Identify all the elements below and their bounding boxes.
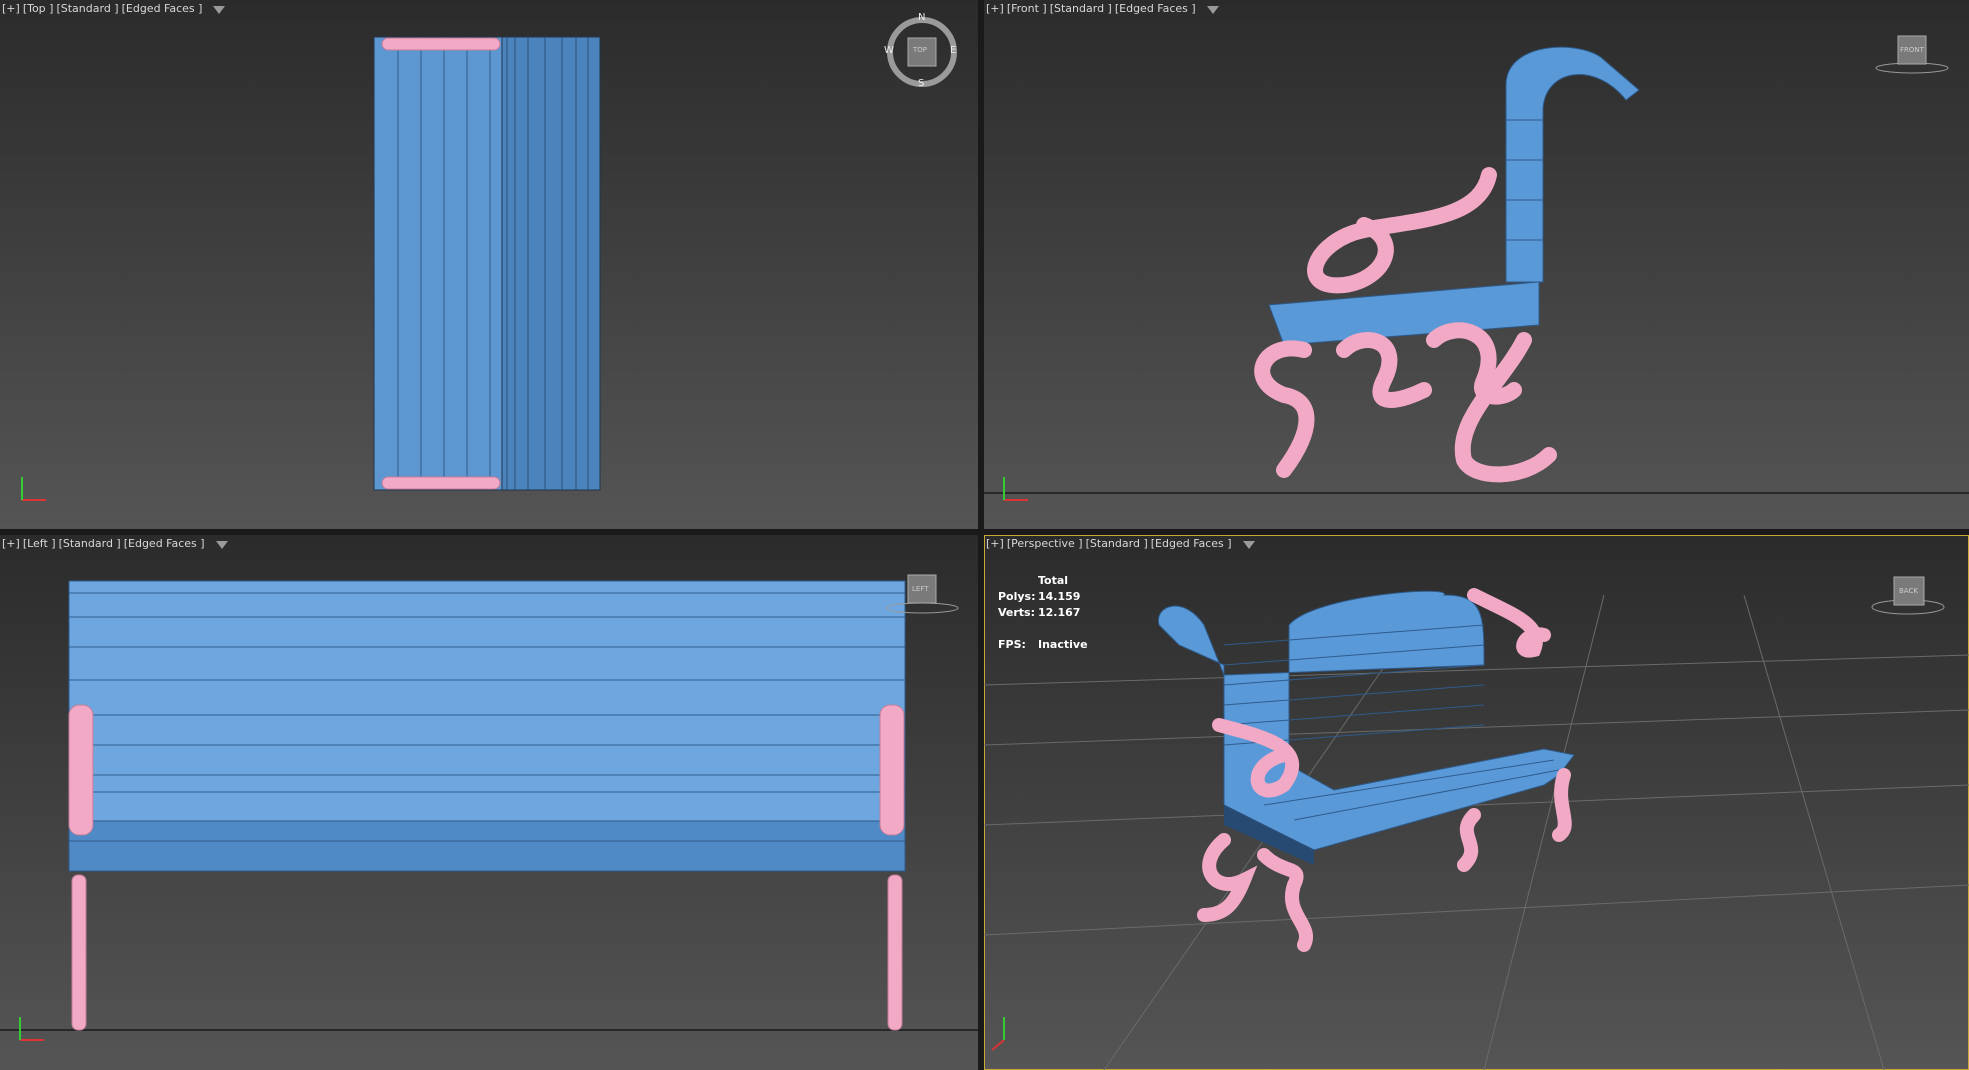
viewcube-top[interactable]: TOP (913, 46, 927, 54)
viewport-label-top[interactable]: [+] [Top ] [Standard ] [Edged Faces ] (2, 2, 226, 15)
shading-menu[interactable]: [Standard ] (56, 2, 118, 15)
viewcube-front[interactable]: FRONT (1900, 46, 1924, 54)
viewport-label-left[interactable]: [+] [Left ] [Standard ] [Edged Faces ] (2, 537, 228, 550)
viewport-splitter-vertical[interactable] (978, 0, 984, 1070)
shading-menu[interactable]: [Standard ] (1050, 2, 1112, 15)
compass-s: S (918, 78, 925, 89)
edges-menu[interactable]: [Edged Faces ] (1151, 537, 1232, 550)
viewport-menu-button[interactable]: [+] (2, 537, 20, 550)
axis-tripod-icon (1003, 477, 1028, 501)
verts-label: Verts: (998, 606, 1036, 619)
viewport-label-perspective[interactable]: [+] [Perspective ] [Standard ] [Edged Fa… (986, 537, 1255, 550)
view-type-menu[interactable]: [Left ] (23, 537, 56, 550)
polys-value: 14.159 (1038, 590, 1081, 603)
left-view-scene (0, 574, 978, 1041)
viewport-menu-button[interactable]: [+] (2, 2, 20, 15)
polys-label: Polys: (998, 590, 1036, 603)
filter-icon[interactable] (213, 5, 226, 14)
view-type-menu[interactable]: [Front ] (1007, 2, 1047, 15)
viewport-menu-button[interactable]: [+] (986, 2, 1004, 15)
filter-icon[interactable] (1206, 5, 1219, 14)
shading-menu[interactable]: [Standard ] (59, 537, 121, 550)
filter-icon[interactable] (215, 540, 228, 549)
viewport-perspective[interactable]: [+] [Perspective ] [Standard ] [Edged Fa… (984, 535, 1969, 1070)
view-type-menu[interactable]: [Perspective ] (1007, 537, 1083, 550)
axis-tripod-icon (21, 477, 46, 501)
filter-icon[interactable] (1242, 540, 1255, 549)
top-view-scene (21, 17, 957, 501)
edges-menu[interactable]: [Edged Faces ] (122, 2, 203, 15)
viewcube-perspective[interactable]: BACK (1899, 587, 1918, 595)
viewport-left[interactable]: [+] [Left ] [Standard ] [Edged Faces ] L… (0, 535, 978, 1070)
stats-total-label: Total (1038, 574, 1069, 587)
axis-tripod-icon (19, 1017, 44, 1041)
view-type-menu[interactable]: [Top ] (23, 2, 54, 15)
statistics-overlay: Total Polys: 14.159 Verts: 12.167 FPS: Inac… (998, 573, 1088, 653)
fps-label: FPS: (998, 638, 1026, 651)
viewport-label-front[interactable]: [+] [Front ] [Standard ] [Edged Faces ] (986, 2, 1219, 15)
axis-tripod-icon (991, 1017, 1005, 1051)
front-view-scene (984, 35, 1969, 501)
edges-menu[interactable]: [Edged Faces ] (1115, 2, 1196, 15)
viewport-top[interactable]: [+] [Top ] [Standard ] [Edged Faces ] N … (0, 0, 978, 529)
viewport-front[interactable]: [+] [Front ] [Standard ] [Edged Faces ] … (984, 0, 1969, 529)
fps-value: Inactive (1038, 638, 1088, 651)
shading-menu[interactable]: [Standard ] (1086, 537, 1148, 550)
verts-value: 12.167 (1038, 606, 1081, 619)
compass-e: E (950, 45, 957, 56)
viewport-splitter-horizontal[interactable] (0, 529, 1969, 535)
compass-n: N (918, 12, 926, 23)
viewcube-left[interactable]: LEFT (912, 585, 929, 593)
edges-menu[interactable]: [Edged Faces ] (124, 537, 205, 550)
compass-w: W (884, 45, 894, 56)
perspective-view-scene (984, 576, 1969, 1070)
viewport-menu-button[interactable]: [+] (986, 537, 1004, 550)
